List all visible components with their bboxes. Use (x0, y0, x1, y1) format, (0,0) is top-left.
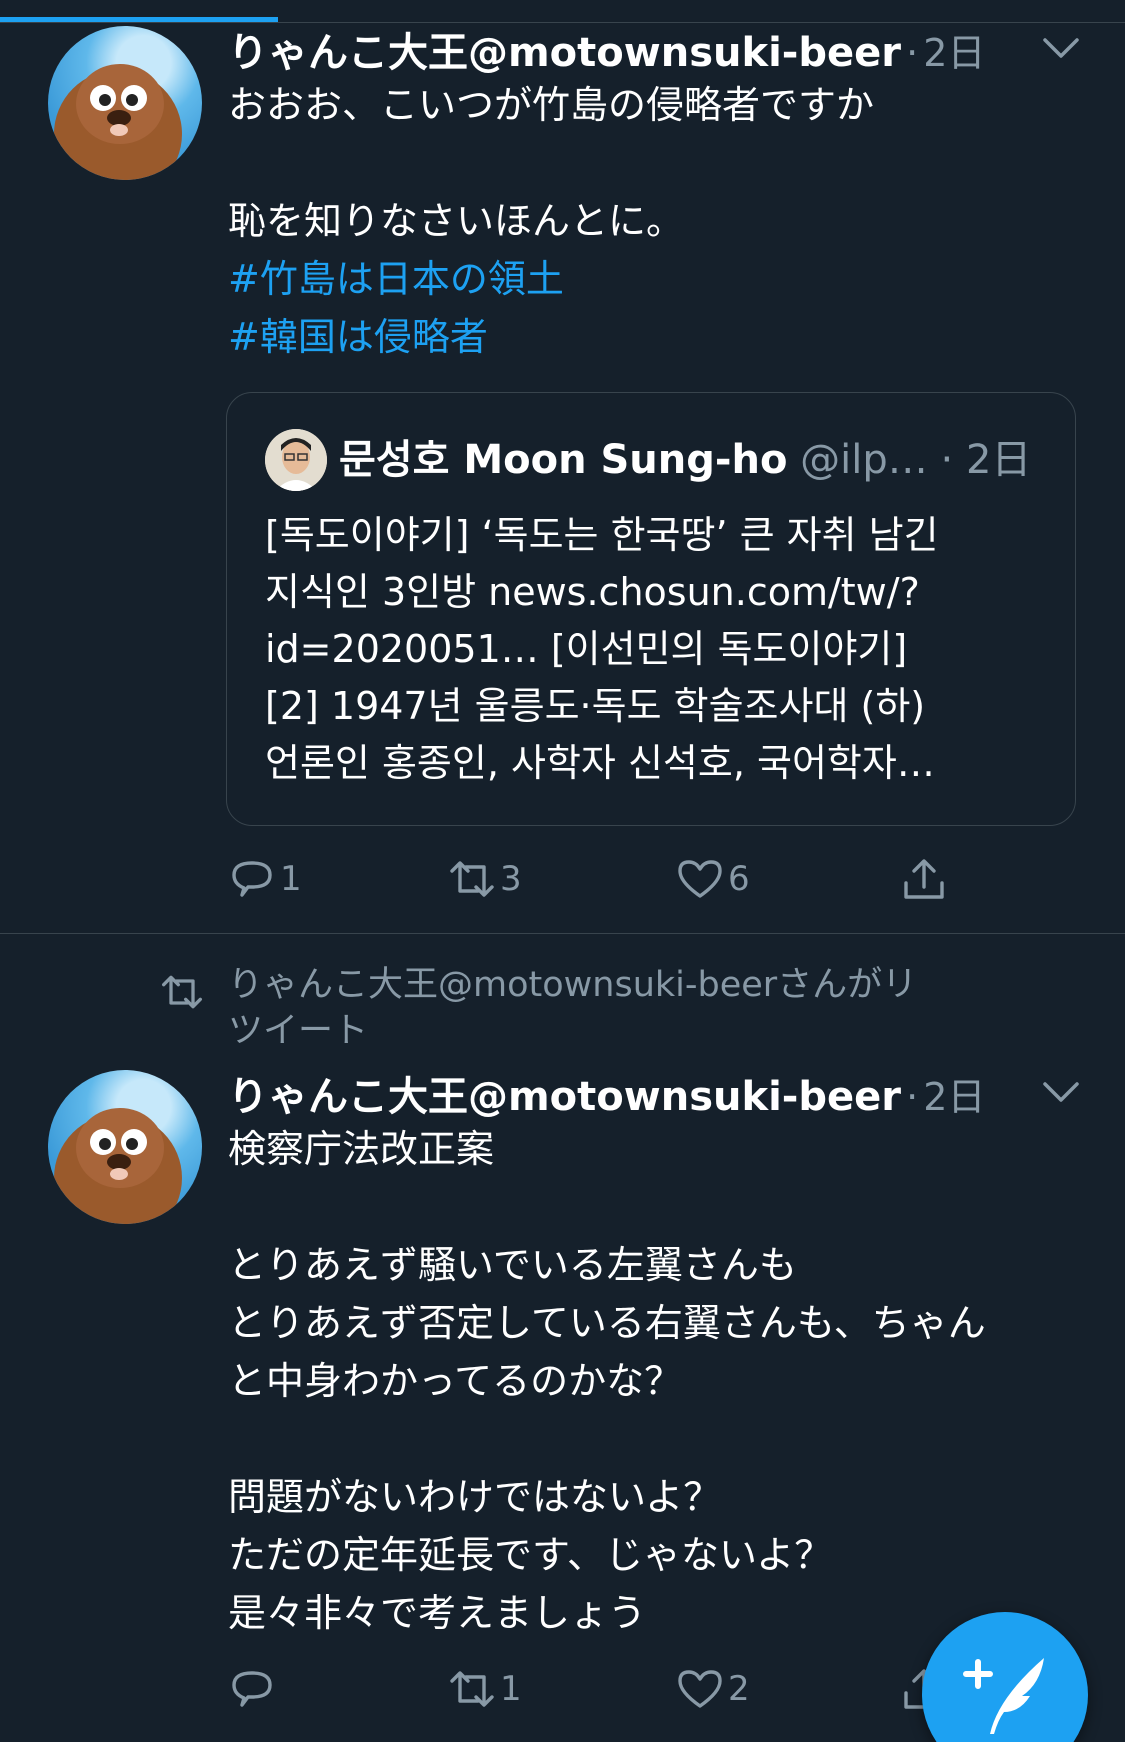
tweet-text-line: 問題がないわけではないよ？ (228, 1475, 722, 1519)
tweet-text-line: おおお、こいつが竹島の侵略者ですか (228, 83, 875, 127)
tweet-text-line (228, 1178, 1088, 1236)
tweet-text-line: とりあえず否定している右翼さんも、ちゃん (228, 1301, 986, 1345)
like-button[interactable]: 2 (676, 1664, 750, 1714)
quoted-avatar[interactable] (265, 429, 327, 491)
separator-dot: · (940, 437, 954, 483)
tweet-actions: 1 3 6 (228, 854, 1088, 904)
tweet-header: りゃんこ大王@motownsuki-beer · 2日 (228, 1064, 985, 1120)
chevron-down-icon[interactable] (1037, 24, 1085, 72)
avatar[interactable] (48, 26, 202, 180)
hashtag-link[interactable]: #韓国は侵略者 (228, 308, 1088, 366)
timeline: りゃんこ大王@motownsuki-beer · 2日 おおお、こいつが竹島の侵… (0, 0, 1125, 1742)
retweet-count: 1 (500, 1669, 522, 1709)
tweet-text: 検察庁法改正案 とりあえず騒いでいる左翼さんも とりあえず否定している右翼さんも… (228, 1120, 1088, 1642)
quoted-timestamp: 2日 (965, 437, 1032, 483)
tweet-text: おおお、こいつが竹島の侵略者ですか 恥を知りなさいほんとに。 #竹島は日本の領土… (228, 76, 1088, 366)
reply-count: 1 (280, 859, 302, 899)
tweet-text-line (228, 134, 1088, 192)
retweet-count: 3 (500, 859, 522, 899)
like-icon (678, 1670, 722, 1708)
tweet-divider (0, 933, 1125, 934)
avatar[interactable] (48, 1070, 202, 1224)
share-icon (904, 859, 944, 899)
quoted-text-line: 지식인 3인방 news.chosun.com/tw/? (265, 570, 920, 614)
like-count: 2 (728, 1669, 750, 1709)
tweet-text-line: とりあえず騒いでいる左翼さんも (228, 1243, 797, 1287)
hashtag-link[interactable]: #竹島は日本の領土 (228, 250, 1088, 308)
tweet-text-line: と中身わかってるのかな？ (228, 1359, 683, 1403)
quoted-text-line: 언론인 홍종인, 사학자 신석호, 국어학자… (265, 741, 935, 785)
quoted-tweet-card[interactable]: 문성호 Moon Sung-ho @ilp… · 2日 [독도이야기] ‘독도는… (226, 392, 1076, 826)
reply-icon (232, 861, 272, 897)
tweet-header: りゃんこ大王@motownsuki-beer · 2日 (228, 20, 985, 76)
quoted-tweet-header: 문성호 Moon Sung-ho @ilp… · 2日 (339, 429, 1031, 491)
timestamp[interactable]: 2日 (923, 1075, 985, 1119)
like-icon (678, 860, 722, 898)
retweet-notice-text: りゃんこ大王@motownsuki-beerさんがリ ツイート (228, 962, 948, 1054)
share-button[interactable] (900, 854, 948, 904)
quoted-text-line: [독도이야기] ‘독도는 한국땅’ 큰 자취 남긴 (265, 513, 939, 557)
quoted-text-line: id=2020051… [이선민의 독도이야기] (265, 627, 908, 671)
like-count: 6 (728, 859, 750, 899)
tweet[interactable]: りゃんこ大王@motownsuki-beer · 2日 おおお、こいつが竹島の侵… (0, 0, 1125, 934)
separator-dot: · (906, 31, 919, 75)
tweet-text-line: ただの定年延長です、じゃないよ？ (228, 1533, 833, 1577)
timestamp[interactable]: 2日 (923, 31, 985, 75)
tweet-text-line (228, 1410, 1088, 1468)
retweet-icon (162, 975, 202, 1009)
like-button[interactable]: 6 (676, 854, 750, 904)
retweet-notice-line: りゃんこ大王@motownsuki-beerさんがリ (228, 965, 918, 1005)
tweet-text-line: 検察庁法改正案 (228, 1127, 495, 1171)
display-name[interactable]: りゃんこ大王@motownsuki-beer (228, 30, 901, 76)
quoted-handle: @ilp… (800, 437, 928, 483)
compose-tweet-icon (963, 1658, 1044, 1734)
reply-button[interactable] (228, 1664, 280, 1714)
retweet-button[interactable]: 1 (448, 1664, 522, 1714)
tweet-text-line: 恥を知りなさいほんとに。 (228, 199, 685, 243)
retweet-icon (450, 861, 494, 897)
retweet-button[interactable]: 3 (448, 854, 522, 904)
quoted-text-line: [2] 1947년 울릉도·독도 학술조사대 (하) (265, 684, 926, 728)
separator-dot: · (906, 1075, 919, 1119)
retweet-icon (450, 1671, 494, 1707)
reply-button[interactable]: 1 (228, 854, 302, 904)
chevron-down-icon[interactable] (1037, 1068, 1085, 1116)
quoted-tweet-text: [독도이야기] ‘독도는 한국땅’ 큰 자취 남긴 지식인 3인방 news.c… (265, 507, 1045, 792)
reply-icon (232, 1671, 272, 1707)
quoted-display-name: 문성호 Moon Sung-ho (339, 437, 788, 483)
display-name[interactable]: りゃんこ大王@motownsuki-beer (228, 1074, 901, 1120)
